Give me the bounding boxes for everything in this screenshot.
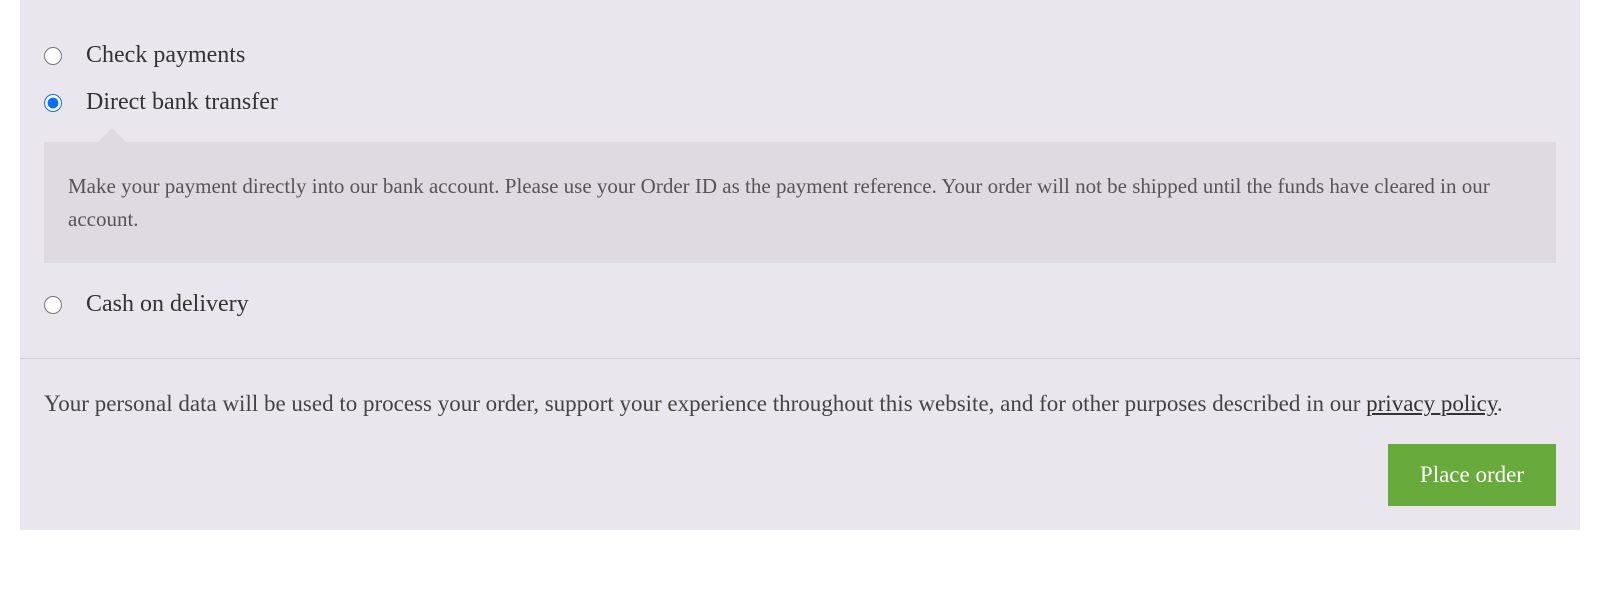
privacy-policy-link[interactable]: privacy policy (1366, 391, 1497, 416)
payment-radio-check[interactable] (44, 47, 62, 65)
privacy-text-before: Your personal data will be used to proce… (44, 391, 1366, 416)
action-row: Place order (44, 444, 1556, 506)
radio-wrap (44, 296, 86, 314)
place-order-button[interactable]: Place order (1388, 444, 1556, 506)
radio-wrap (44, 47, 86, 65)
payment-radio-cod[interactable] (44, 296, 62, 314)
payment-option-bank[interactable]: Direct bank transfer (44, 79, 1556, 126)
payment-option-cod[interactable]: Cash on delivery (44, 281, 1556, 328)
checkout-payment-panel: Check payments Direct bank transfer Make… (20, 0, 1580, 530)
privacy-text-after: . (1497, 391, 1503, 416)
payment-option-check[interactable]: Check payments (44, 32, 1556, 79)
payment-label-bank[interactable]: Direct bank transfer (86, 89, 278, 116)
checkout-footer: Your personal data will be used to proce… (20, 359, 1580, 530)
payment-description-bank: Make your payment directly into our bank… (44, 142, 1556, 263)
privacy-notice: Your personal data will be used to proce… (44, 387, 1556, 420)
payment-label-check[interactable]: Check payments (86, 42, 245, 69)
payment-methods-list: Check payments Direct bank transfer Make… (20, 0, 1580, 352)
radio-wrap (44, 94, 86, 112)
payment-label-cod[interactable]: Cash on delivery (86, 291, 249, 318)
payment-radio-bank[interactable] (44, 94, 62, 112)
